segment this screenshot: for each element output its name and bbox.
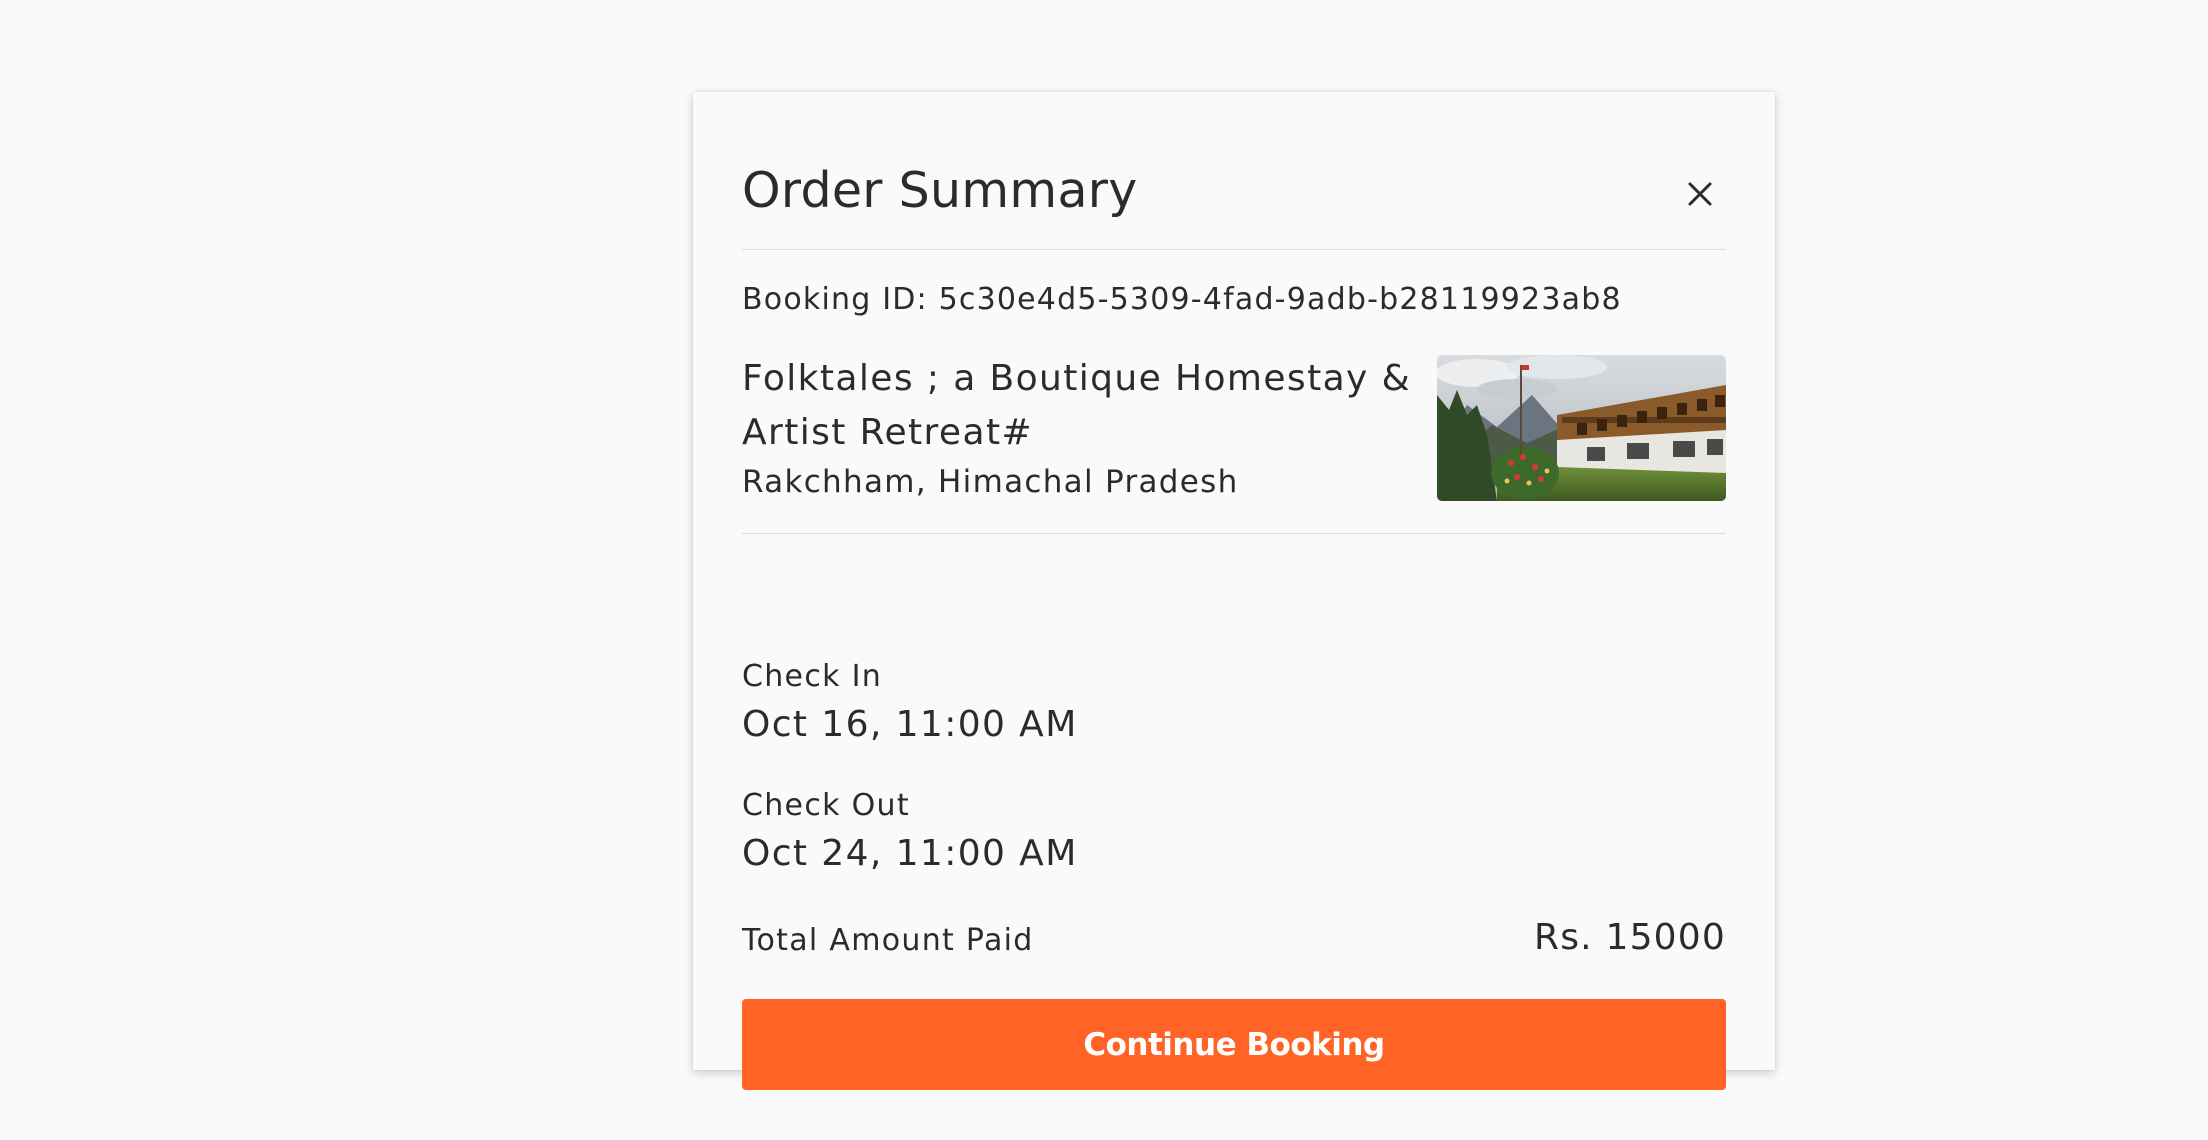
header-divider	[742, 249, 1726, 250]
continue-booking-button[interactable]: Continue Booking	[742, 999, 1726, 1090]
homestay-photo	[1437, 355, 1726, 501]
check-in-label: Check In	[742, 659, 883, 694]
booking-id: Booking ID: 5c30e4d5-5309-4fad-9adb-b281…	[742, 282, 1622, 317]
property-image	[1437, 355, 1726, 501]
check-in-value: Oct 16, 11:00 AM	[742, 704, 1078, 745]
total-amount-label: Total Amount Paid	[742, 923, 1034, 958]
property-location: Rakchham, Himachal Pradesh	[742, 464, 1239, 500]
close-button[interactable]	[1684, 178, 1716, 210]
modal-title: Order Summary	[742, 162, 1138, 219]
order-summary-modal: Order Summary Booking ID: 5c30e4d5-5309-…	[693, 92, 1775, 1090]
check-out-label: Check Out	[742, 788, 910, 823]
total-amount-value: Rs. 15000	[1534, 917, 1726, 958]
close-icon	[1688, 182, 1712, 206]
modal-content: Order Summary Booking ID: 5c30e4d5-5309-…	[742, 92, 1726, 1090]
property-divider	[742, 533, 1726, 534]
check-out-value: Oct 24, 11:00 AM	[742, 833, 1078, 874]
property-name: Folktales ; a Boutique Homestay & Artist…	[742, 358, 1412, 453]
